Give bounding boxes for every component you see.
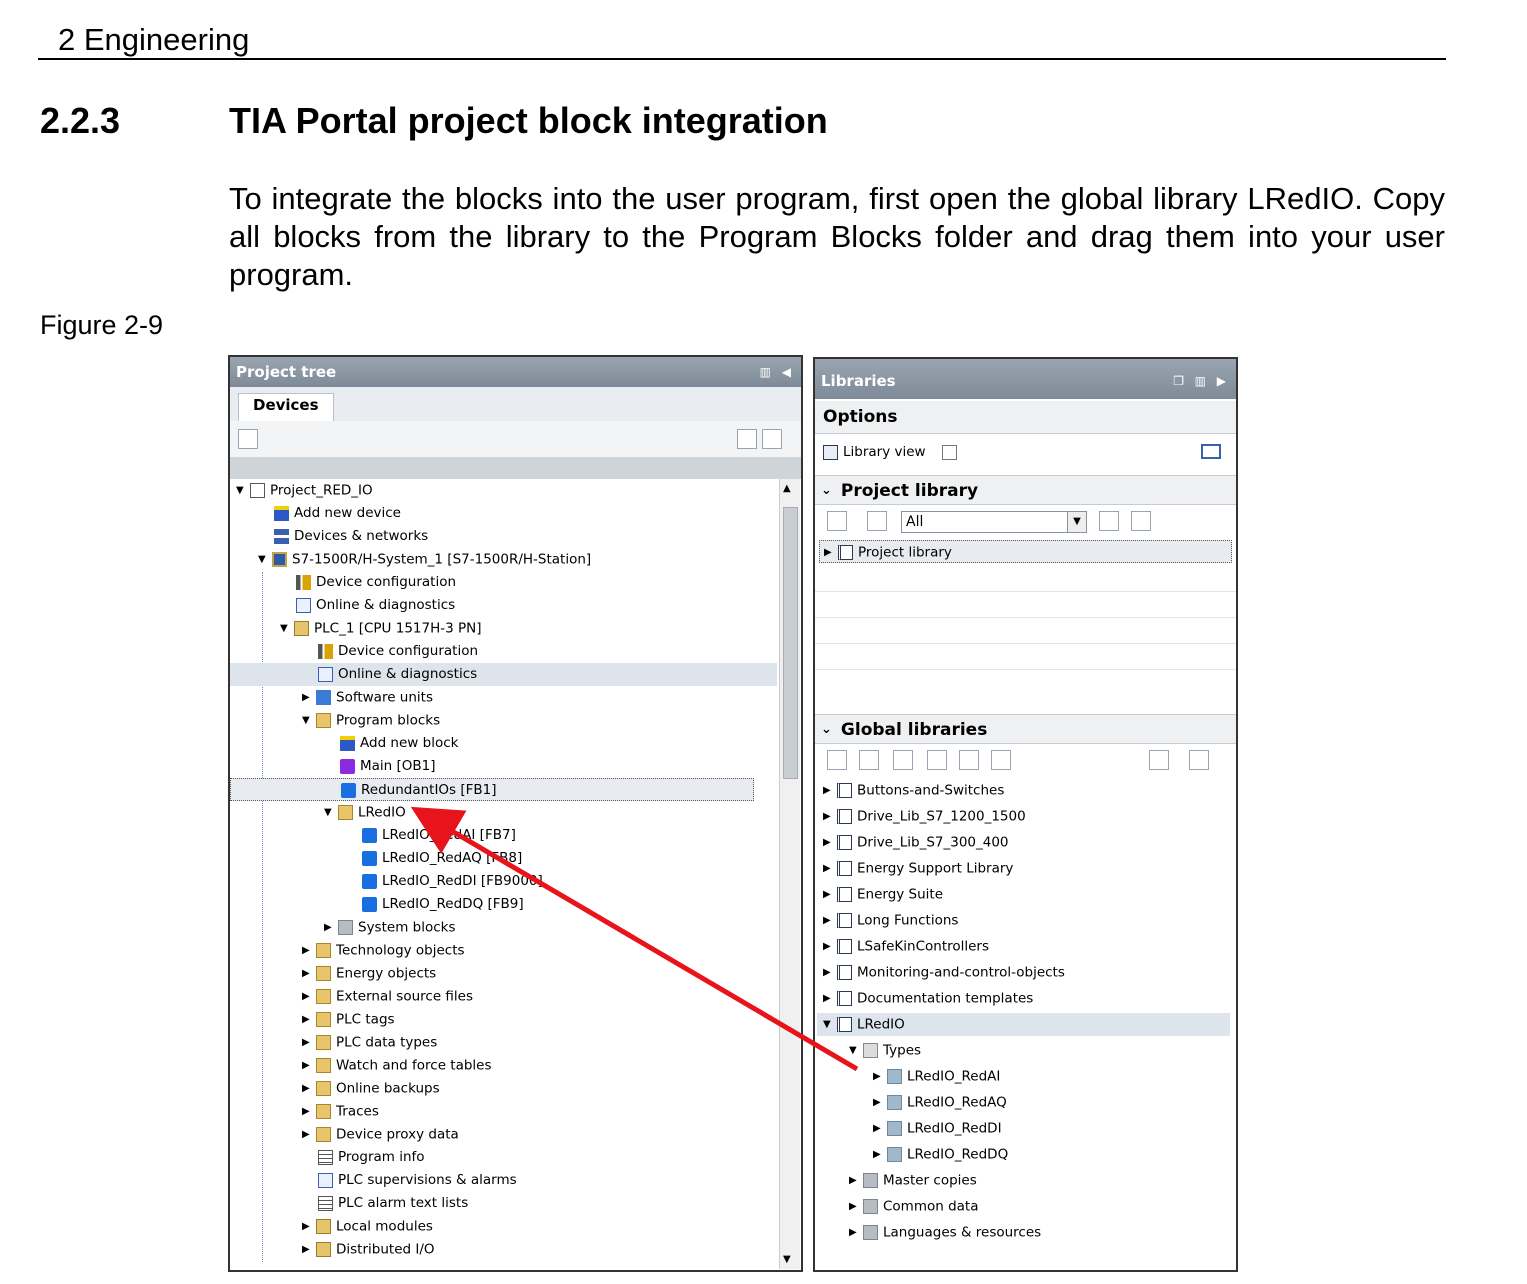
annotation-arrow xyxy=(410,806,859,1072)
annotation-arrow-line xyxy=(410,806,859,1072)
